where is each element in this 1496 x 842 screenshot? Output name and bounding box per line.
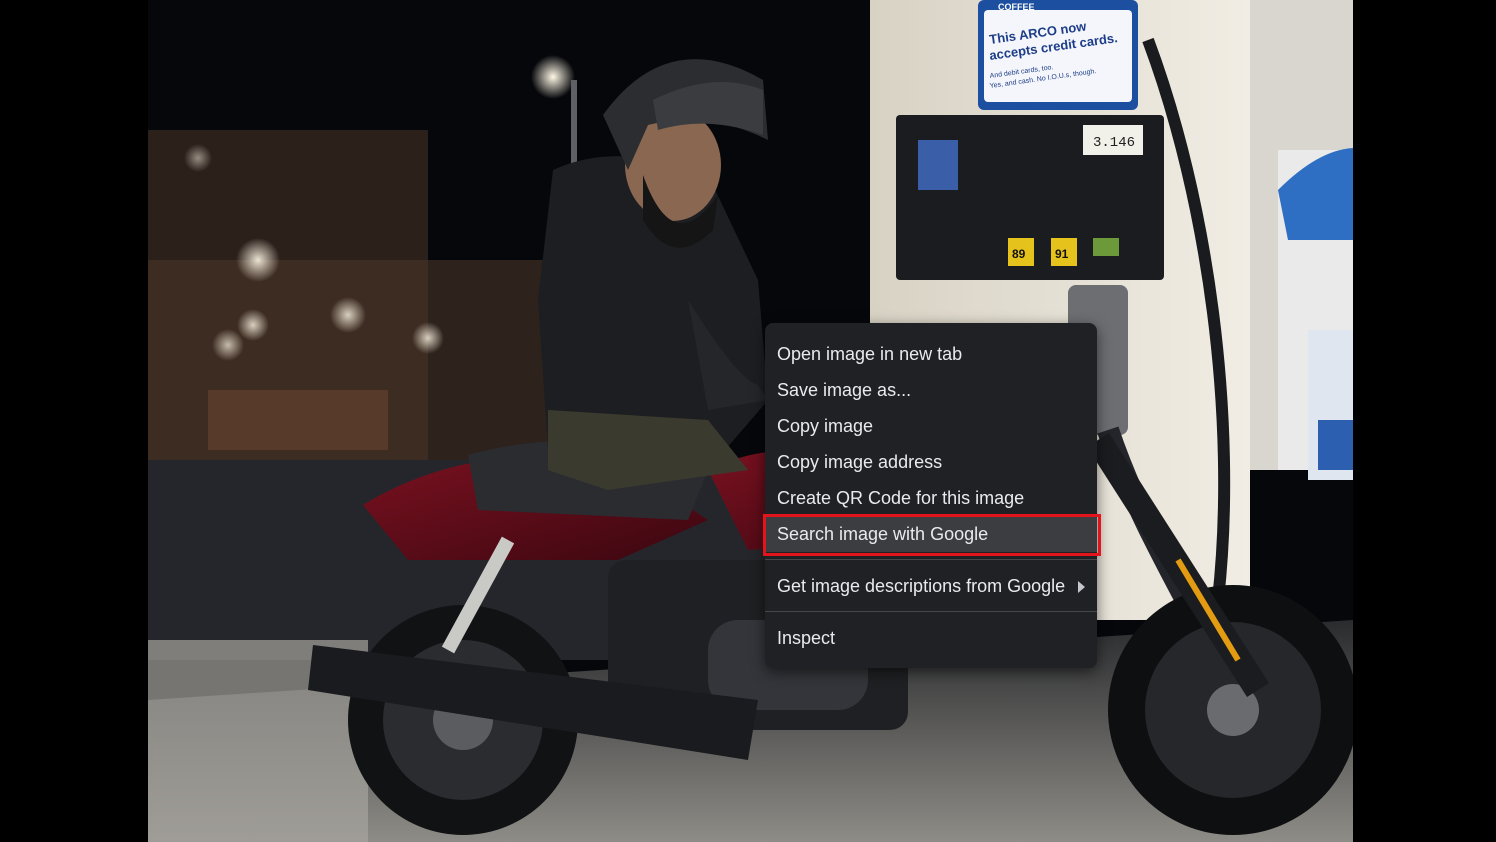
context-menu: Open image in new tab Save image as... C… <box>763 323 1101 668</box>
svg-text:91: 91 <box>1055 247 1069 261</box>
menu-item-create-qr-code[interactable]: Create QR Code for this image <box>765 480 1097 516</box>
menu-item-label: Save image as... <box>777 380 912 400</box>
menu-item-label: Copy image <box>777 416 874 436</box>
browser-viewport: COFFEE This ARCO now accepts credit card… <box>0 0 1496 842</box>
menu-item-inspect[interactable]: Inspect <box>765 620 1097 656</box>
menu-item-get-image-descriptions[interactable]: Get image descriptions from Google <box>765 568 1097 604</box>
submenu-arrow-icon <box>1078 581 1085 593</box>
arco-ad-sign: COFFEE This ARCO now accepts credit card… <box>978 0 1138 110</box>
menu-item-label: Copy image address <box>777 452 943 472</box>
menu-separator <box>765 559 1097 560</box>
svg-text:89: 89 <box>1012 247 1026 261</box>
menu-item-open-image-new-tab[interactable]: Open image in new tab <box>765 336 1097 372</box>
menu-item-label: Inspect <box>777 628 836 648</box>
menu-item-copy-image-address[interactable]: Copy image address <box>765 444 1097 480</box>
menu-item-label: Create QR Code for this image <box>777 488 1025 508</box>
motorcycle-photo[interactable]: COFFEE This ARCO now accepts credit card… <box>148 0 1353 842</box>
menu-item-search-image-with-google[interactable]: Search image with Google <box>763 514 1101 556</box>
svg-text:COFFEE: COFFEE <box>998 2 1035 12</box>
menu-item-label: Open image in new tab <box>777 344 963 364</box>
svg-text:3.146: 3.146 <box>1093 135 1135 151</box>
menu-item-copy-image[interactable]: Copy image <box>765 408 1097 444</box>
photo-canvas: COFFEE This ARCO now accepts credit card… <box>148 0 1353 842</box>
menu-separator <box>765 611 1097 612</box>
menu-item-label: Search image with Google <box>777 524 989 544</box>
menu-item-label: Get image descriptions from Google <box>777 576 1066 596</box>
menu-item-save-image-as[interactable]: Save image as... <box>765 372 1097 408</box>
